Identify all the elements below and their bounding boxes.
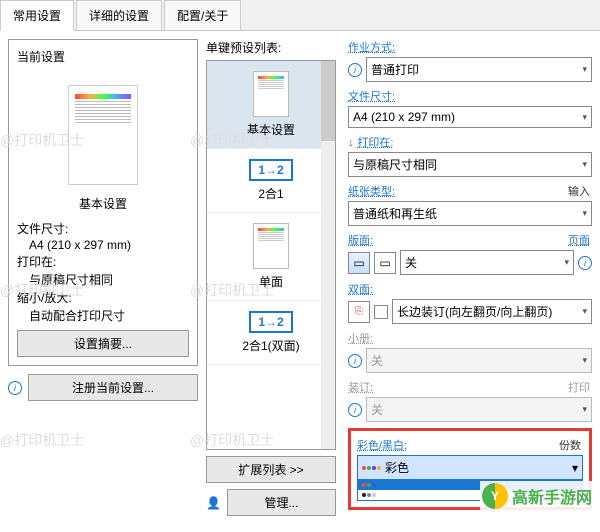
papertype-select[interactable]: 普通纸和再生纸▾ [348,201,592,226]
info-icon[interactable]: i [578,256,592,270]
layout-label[interactable]: 版面: [348,232,373,248]
logo-text: 高新手游网 [512,484,592,508]
printon-label[interactable]: 打印在: [357,134,393,150]
binding-select: 关▾ [366,397,592,422]
duplex-select[interactable]: 长边装订(向左翻页/向上翻页)▾ [392,299,592,324]
preset-2in1[interactable]: 1→2 2合1 [207,149,335,213]
duplex-checkbox[interactable] [374,305,388,319]
jobmode-select[interactable]: 普通打印▾ [366,57,592,82]
tab-common[interactable]: 常用设置 [0,0,74,31]
left-panel: 当前设置 基本设置 文件尺寸: A4 (210 x 297 mm) 打印在: 与… [8,39,198,524]
preset-basic[interactable]: 基本设置 [207,61,335,149]
page-label[interactable]: 页面 [568,232,590,248]
preset-simplex[interactable]: 单面 [207,213,335,301]
document-icon [253,71,289,117]
info-scale-label: 缩小/放大: [17,289,189,306]
info-docsize-val: A4 (210 x 297 mm) [29,238,189,252]
info-printon-label: 打印在: [17,253,189,270]
chevron-down-icon: ▾ [582,404,587,415]
info-docsize-label: 文件尺寸: [17,220,189,237]
booklet-label: 小册: [348,330,373,346]
layout-option-1[interactable]: ▭ [348,252,370,274]
chevron-down-icon: ▾ [564,257,569,268]
preset-label: 2合1 [207,185,335,202]
tab-config[interactable]: 配置/关于 [164,0,241,30]
current-settings-box: 当前设置 基本设置 文件尺寸: A4 (210 x 297 mm) 打印在: 与… [8,39,198,366]
preset-list[interactable]: 基本设置 1→2 2合1 单面 1→2 2合1(双面) [206,60,336,450]
preview-caption: 基本设置 [17,195,189,212]
duplex-icon[interactable]: ⎘ [348,301,370,323]
jobmode-label[interactable]: 作业方式: [348,39,395,55]
register-settings-button[interactable]: 注册当前设置... [28,374,198,401]
info-printon-val: 与原稿尺寸相同 [29,271,189,288]
docsize-select[interactable]: A4 (210 x 297 mm)▾ [348,106,592,128]
nup-icon: 1→2 [249,159,293,181]
printon-select[interactable]: 与原稿尺寸相同▾ [348,152,592,177]
right-panel: 作业方式: i 普通打印▾ 文件尺寸: A4 (210 x 297 mm)▾ ↓… [344,39,592,524]
chevron-down-icon: ▾ [582,355,587,366]
info-scale-val: 自动配合打印尺寸 [29,307,189,324]
document-icon [253,223,289,269]
site-logo: Y 高新手游网 [480,481,594,511]
duplex-label[interactable]: 双面: [348,281,373,297]
scrollbar[interactable] [321,61,335,449]
preset-label: 基本设置 [207,121,335,138]
color-dots-icon [362,466,381,470]
expand-list-button[interactable]: 扩展列表 >> [206,456,336,483]
color-select[interactable]: 彩色 ▾ [357,455,583,480]
papertype-label[interactable]: 纸张类型: [348,183,395,199]
info-icon[interactable]: i [348,63,362,77]
copies-label: 份数 [559,437,581,453]
chevron-down-icon: ▾ [582,159,587,170]
scrollbar-thumb[interactable] [321,61,335,141]
preset-panel: 单键预设列表: 基本设置 1→2 2合1 单面 1→2 2合1(双面) 扩展列表… [206,39,336,524]
preset-list-title: 单键预设列表: [206,39,336,56]
current-settings-title: 当前设置 [17,48,189,65]
nup-icon: 1→2 [249,311,293,333]
preset-2in1-duplex[interactable]: 1→2 2合1(双面) [207,301,335,365]
input-label: 输入 [568,183,590,199]
info-icon[interactable]: i [348,354,362,368]
layout-select[interactable]: 关▾ [400,250,574,275]
chevron-down-icon: ▾ [572,461,578,475]
chevron-down-icon: ▾ [582,208,587,219]
preset-label: 2合1(双面) [207,337,335,354]
manage-button[interactable]: 管理... [227,489,336,516]
preview-thumbnail [68,85,138,185]
color-dots-icon [362,483,376,487]
chevron-down-icon: ▾ [582,306,587,317]
print-label: 打印 [568,379,590,395]
arrow-down-icon: ↓ [348,135,354,149]
info-icon[interactable]: i [8,381,22,395]
docsize-label[interactable]: 文件尺寸: [348,88,395,104]
user-icon: 👤 [206,496,221,510]
tab-bar: 常用设置 详细的设置 配置/关于 [0,0,600,31]
settings-summary-button[interactable]: 设置摘要... [17,330,189,357]
chevron-down-icon: ▾ [582,64,587,75]
preset-label: 单面 [207,273,335,290]
bw-dots-icon [362,493,376,497]
layout-option-2[interactable]: ▭ [374,252,396,274]
tab-detailed[interactable]: 详细的设置 [76,0,162,30]
info-icon[interactable]: i [348,403,362,417]
main-area: 当前设置 基本设置 文件尺寸: A4 (210 x 297 mm) 打印在: 与… [0,31,600,532]
binding-label: 装订: [348,379,373,395]
chevron-down-icon: ▾ [582,112,587,123]
logo-ball-icon: Y [482,483,508,509]
color-label[interactable]: 彩色/黑白: [357,437,407,453]
booklet-select: 关▾ [366,348,592,373]
